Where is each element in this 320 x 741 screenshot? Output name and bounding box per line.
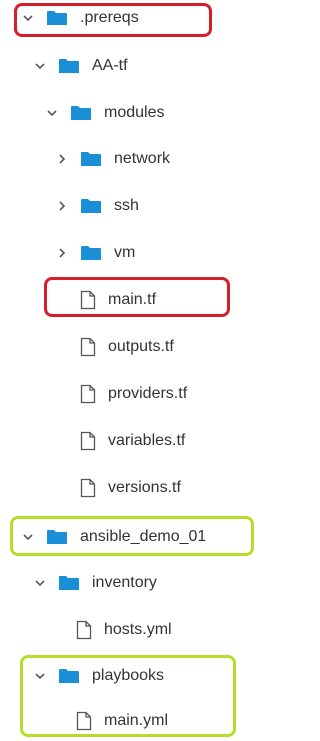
folder-icon <box>81 199 101 213</box>
tree-item-label: modules <box>104 104 165 121</box>
tree-item-label: network <box>114 150 171 167</box>
folder-icon <box>71 106 91 120</box>
tree-item-outputs-tf[interactable]: outputs.tf <box>0 332 320 362</box>
tree-item-versions-tf[interactable]: versions.tf <box>0 473 320 503</box>
file-icon <box>76 620 92 640</box>
highlight-box-prereqs <box>14 3 212 37</box>
chevron-right-icon[interactable] <box>56 200 68 212</box>
chevron-down-icon[interactable] <box>46 107 58 119</box>
file-icon <box>80 478 96 498</box>
highlight-box-ansible-demo-01 <box>10 516 254 556</box>
tree-item-aa-tf[interactable]: AA-tf <box>0 51 294 81</box>
tree-item-label: ssh <box>114 197 139 214</box>
folder-icon <box>81 246 101 260</box>
chevron-down-icon[interactable] <box>34 577 46 589</box>
file-explorer-tree: .prereqs AA-tf modules network ssh vm ma… <box>0 0 260 741</box>
chevron-down-icon[interactable] <box>34 60 46 72</box>
highlight-box-playbooks <box>20 655 236 737</box>
tree-item-label: AA-tf <box>92 57 128 74</box>
tree-item-label: vm <box>114 244 136 261</box>
file-icon <box>80 431 96 451</box>
chevron-right-icon[interactable] <box>56 153 68 165</box>
tree-item-inventory[interactable]: inventory <box>0 568 294 598</box>
tree-item-label: hosts.yml <box>104 621 172 638</box>
tree-item-vm[interactable]: vm <box>0 238 316 268</box>
chevron-right-icon[interactable] <box>56 247 68 259</box>
tree-item-label: versions.tf <box>108 479 181 496</box>
folder-icon <box>59 576 79 590</box>
tree-item-label: inventory <box>92 574 157 591</box>
tree-item-label: providers.tf <box>108 385 188 402</box>
tree-item-variables-tf[interactable]: variables.tf <box>0 426 320 456</box>
tree-item-label: variables.tf <box>108 432 186 449</box>
tree-item-ssh[interactable]: ssh <box>0 191 316 221</box>
tree-item-network[interactable]: network <box>0 144 316 174</box>
tree-item-label: outputs.tf <box>108 338 174 355</box>
highlight-box-main-tf <box>44 277 230 317</box>
tree-item-modules[interactable]: modules <box>0 98 306 128</box>
tree-item-hosts-yml[interactable]: hosts.yml <box>0 615 320 645</box>
folder-icon <box>59 59 79 73</box>
tree-item-providers-tf[interactable]: providers.tf <box>0 379 320 409</box>
file-icon <box>80 384 96 404</box>
folder-icon <box>81 152 101 166</box>
file-icon <box>80 337 96 357</box>
